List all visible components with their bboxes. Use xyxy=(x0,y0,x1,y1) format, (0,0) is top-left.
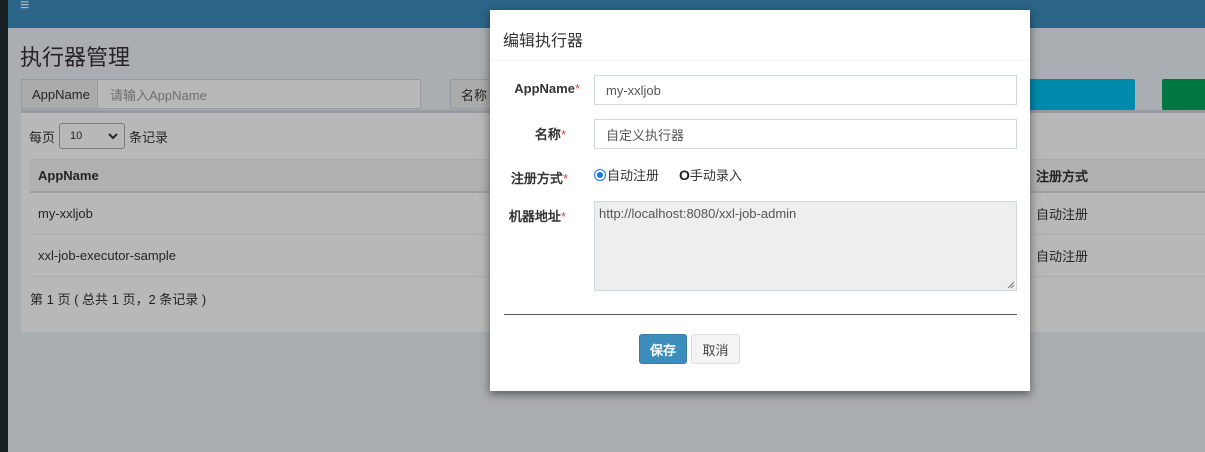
appname-input[interactable]: my-xxljob xyxy=(594,75,1017,105)
radio-auto-registry[interactable] xyxy=(594,168,606,181)
name-label-text: 名称 xyxy=(534,127,561,142)
name-input[interactable]: 自定义执行器 xyxy=(594,119,1017,149)
save-button[interactable]: 保存 xyxy=(639,334,687,364)
radio-manual-registry[interactable]: O xyxy=(679,167,690,183)
modal-footer-divider xyxy=(504,314,1017,315)
required-mark: * xyxy=(560,209,566,224)
edit-executor-modal: 编辑执行器 AppName* my-xxljob 名称* 自定义执行器 注册方式… xyxy=(490,10,1030,391)
registry-field-label: 注册方式* xyxy=(490,168,568,187)
address-value: http://localhost:8080/xxl-job-admin xyxy=(599,206,797,221)
address-field-label: 机器地址* xyxy=(488,206,566,225)
modal-title: 编辑执行器 xyxy=(503,33,584,50)
required-mark: * xyxy=(560,127,566,142)
modal-header-divider xyxy=(490,60,1030,61)
name-field-label: 名称* xyxy=(488,124,566,143)
required-mark: * xyxy=(574,81,580,96)
appname-label-text: AppName xyxy=(514,81,575,96)
address-textarea[interactable]: http://localhost:8080/xxl-job-admin xyxy=(594,201,1017,291)
appname-field-label: AppName* xyxy=(502,81,580,96)
radio-auto-label[interactable]: 自动注册 xyxy=(607,165,659,184)
registry-radio-group: 自动注册 O 手动录入 xyxy=(594,165,742,184)
resize-handle-icon[interactable] xyxy=(1007,281,1015,289)
required-mark: * xyxy=(562,171,568,186)
registry-label-text: 注册方式 xyxy=(510,171,563,186)
cancel-button[interactable]: 取消 xyxy=(691,334,740,364)
address-label-text: 机器地址 xyxy=(508,209,561,224)
radio-manual-label[interactable]: 手动录入 xyxy=(690,165,742,184)
